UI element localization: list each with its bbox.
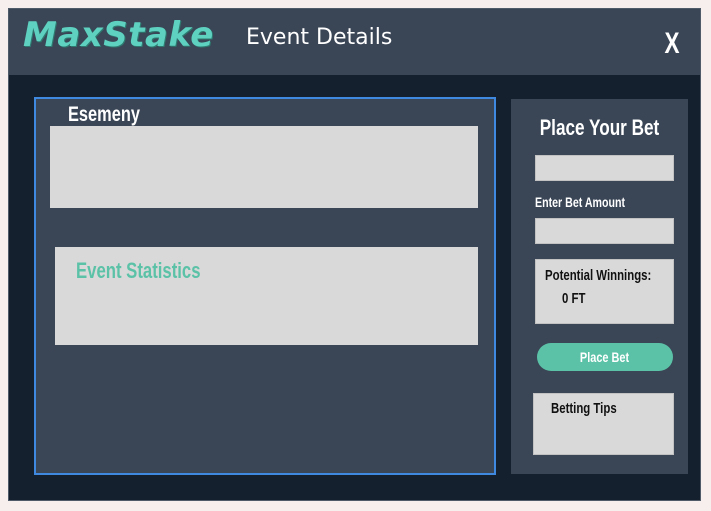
potential-winnings-value: 0 FT — [562, 290, 586, 307]
bet-amount-input[interactable] — [535, 218, 674, 244]
potential-winnings-label: Potential Winnings: — [545, 267, 652, 284]
place-bet-label: Place Bet — [580, 349, 630, 365]
header-bar: MaxStake Event Details X — [9, 9, 700, 75]
place-bet-button[interactable]: Place Bet — [537, 343, 673, 371]
page-title: Event Details — [246, 25, 393, 50]
bet-selection-field[interactable] — [535, 155, 674, 181]
bet-panel: Place Your Bet Enter Bet Amount Potentia… — [511, 99, 688, 474]
bet-panel-title: Place Your Bet — [539, 115, 660, 140]
event-statistics-box: Event Statistics — [55, 247, 478, 345]
brand-logo: MaxStake — [23, 15, 214, 55]
bet-amount-label: Enter Bet Amount — [535, 194, 626, 210]
betting-tips-box: Betting Tips — [533, 393, 674, 455]
betting-tips-label: Betting Tips — [551, 400, 617, 417]
event-details-window: MaxStake Event Details X Esemeny Event S… — [8, 8, 701, 501]
event-statistics-title: Event Statistics — [76, 258, 201, 283]
close-button[interactable]: X — [664, 27, 681, 61]
event-info-box — [50, 126, 478, 208]
event-panel: Esemeny Event Statistics — [34, 97, 496, 475]
event-section-label: Esemeny — [68, 103, 140, 126]
potential-winnings-box: Potential Winnings: 0 FT — [535, 259, 674, 324]
